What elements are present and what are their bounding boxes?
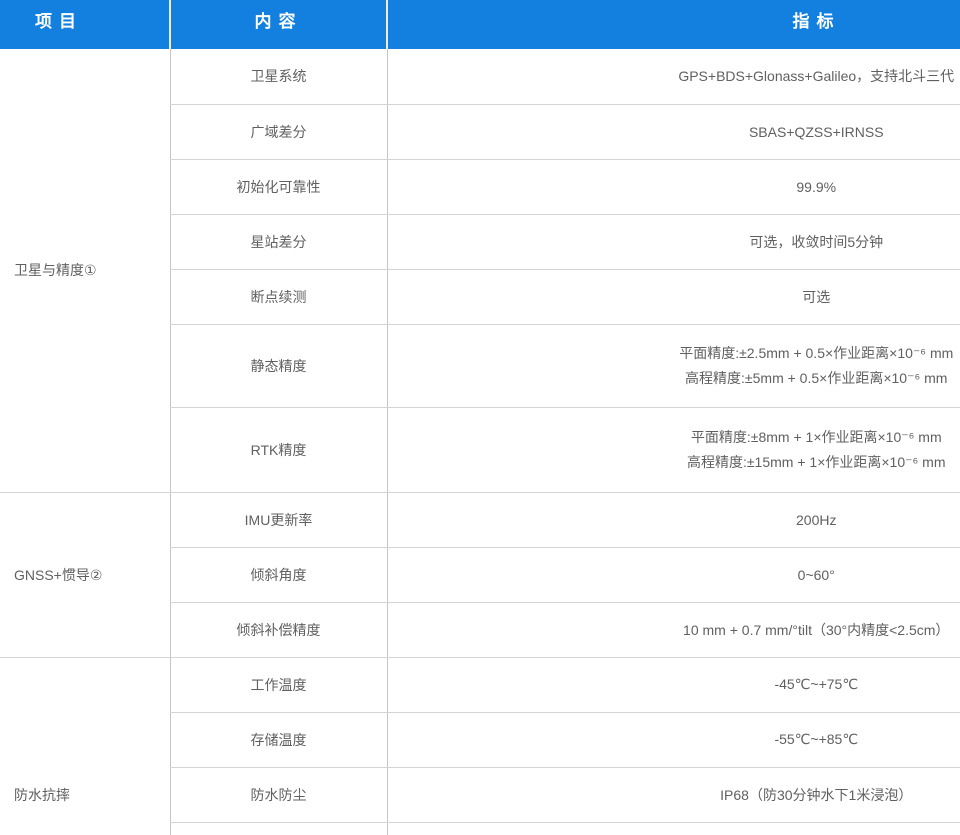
header-row: 项目 内容 指标	[0, 0, 960, 49]
content-cell: 广域差分	[170, 104, 387, 159]
spec-cell: 可选，收敛时间5分钟	[387, 214, 960, 269]
table-row: GNSS+惯导② IMU更新率 200Hz	[0, 492, 960, 547]
table-header: 项目 内容 指标	[0, 0, 960, 49]
spec-cell: 0~60°	[387, 547, 960, 602]
spec-line: 高程精度:±5mm + 0.5×作业距离×10⁻⁶ mm	[388, 366, 960, 391]
section-label-waterproof-shockproof: 防水抗摔	[0, 657, 170, 835]
table-row: 卫星与精度① 卫星系统 GPS+BDS+Glonass+Galileo，支持北斗…	[0, 49, 960, 104]
content-cell: 断点续测	[170, 269, 387, 324]
content-cell: 工作温度	[170, 657, 387, 712]
spec-line: 平面精度:±2.5mm + 0.5×作业距离×10⁻⁶ mm	[388, 341, 960, 366]
spec-cell	[387, 822, 960, 835]
content-cell: IMU更新率	[170, 492, 387, 547]
content-cell: 倾斜角度	[170, 547, 387, 602]
column-header-spec: 指标	[387, 0, 960, 49]
spec-table: 项目 内容 指标 卫星与精度① 卫星系统 GPS+BDS+Glonass+Gal…	[0, 0, 960, 835]
spec-cell: SBAS+QZSS+IRNSS	[387, 104, 960, 159]
content-cell: 初始化可靠性	[170, 159, 387, 214]
spec-line: 平面精度:±8mm + 1×作业距离×10⁻⁶ mm	[388, 425, 960, 450]
content-cell: 卫星系统	[170, 49, 387, 104]
table-row: 防水抗摔 工作温度 -45℃~+75℃	[0, 657, 960, 712]
spec-line: 高程精度:±15mm + 1×作业距离×10⁻⁶ mm	[388, 450, 960, 475]
spec-cell: 200Hz	[387, 492, 960, 547]
content-cell: 静态精度	[170, 324, 387, 407]
content-cell: 星站差分	[170, 214, 387, 269]
spec-cell: 99.9%	[387, 159, 960, 214]
spec-cell: GPS+BDS+Glonass+Galileo，支持北斗三代	[387, 49, 960, 104]
content-cell	[170, 822, 387, 835]
section-label-gnss-ins: GNSS+惯导②	[0, 492, 170, 657]
spec-cell: 可选	[387, 269, 960, 324]
spec-cell: -55℃~+85℃	[387, 712, 960, 767]
spec-cell: 平面精度:±8mm + 1×作业距离×10⁻⁶ mm 高程精度:±15mm + …	[387, 407, 960, 492]
content-cell: RTK精度	[170, 407, 387, 492]
content-cell: 倾斜补偿精度	[170, 602, 387, 657]
content-cell: 防水防尘	[170, 767, 387, 822]
content-cell: 存储温度	[170, 712, 387, 767]
page-viewport: 项目 内容 指标 卫星与精度① 卫星系统 GPS+BDS+Glonass+Gal…	[0, 0, 960, 835]
section-label-satellite-accuracy: 卫星与精度①	[0, 49, 170, 492]
spec-cell: IP68（防30分钟水下1米浸泡）	[387, 767, 960, 822]
column-header-content: 内容	[170, 0, 387, 49]
spec-cell: 10 mm + 0.7 mm/°tilt（30°内精度<2.5cm）	[387, 602, 960, 657]
column-header-item: 项目	[0, 0, 170, 49]
spec-cell: -45℃~+75℃	[387, 657, 960, 712]
spec-cell: 平面精度:±2.5mm + 0.5×作业距离×10⁻⁶ mm 高程精度:±5mm…	[387, 324, 960, 407]
